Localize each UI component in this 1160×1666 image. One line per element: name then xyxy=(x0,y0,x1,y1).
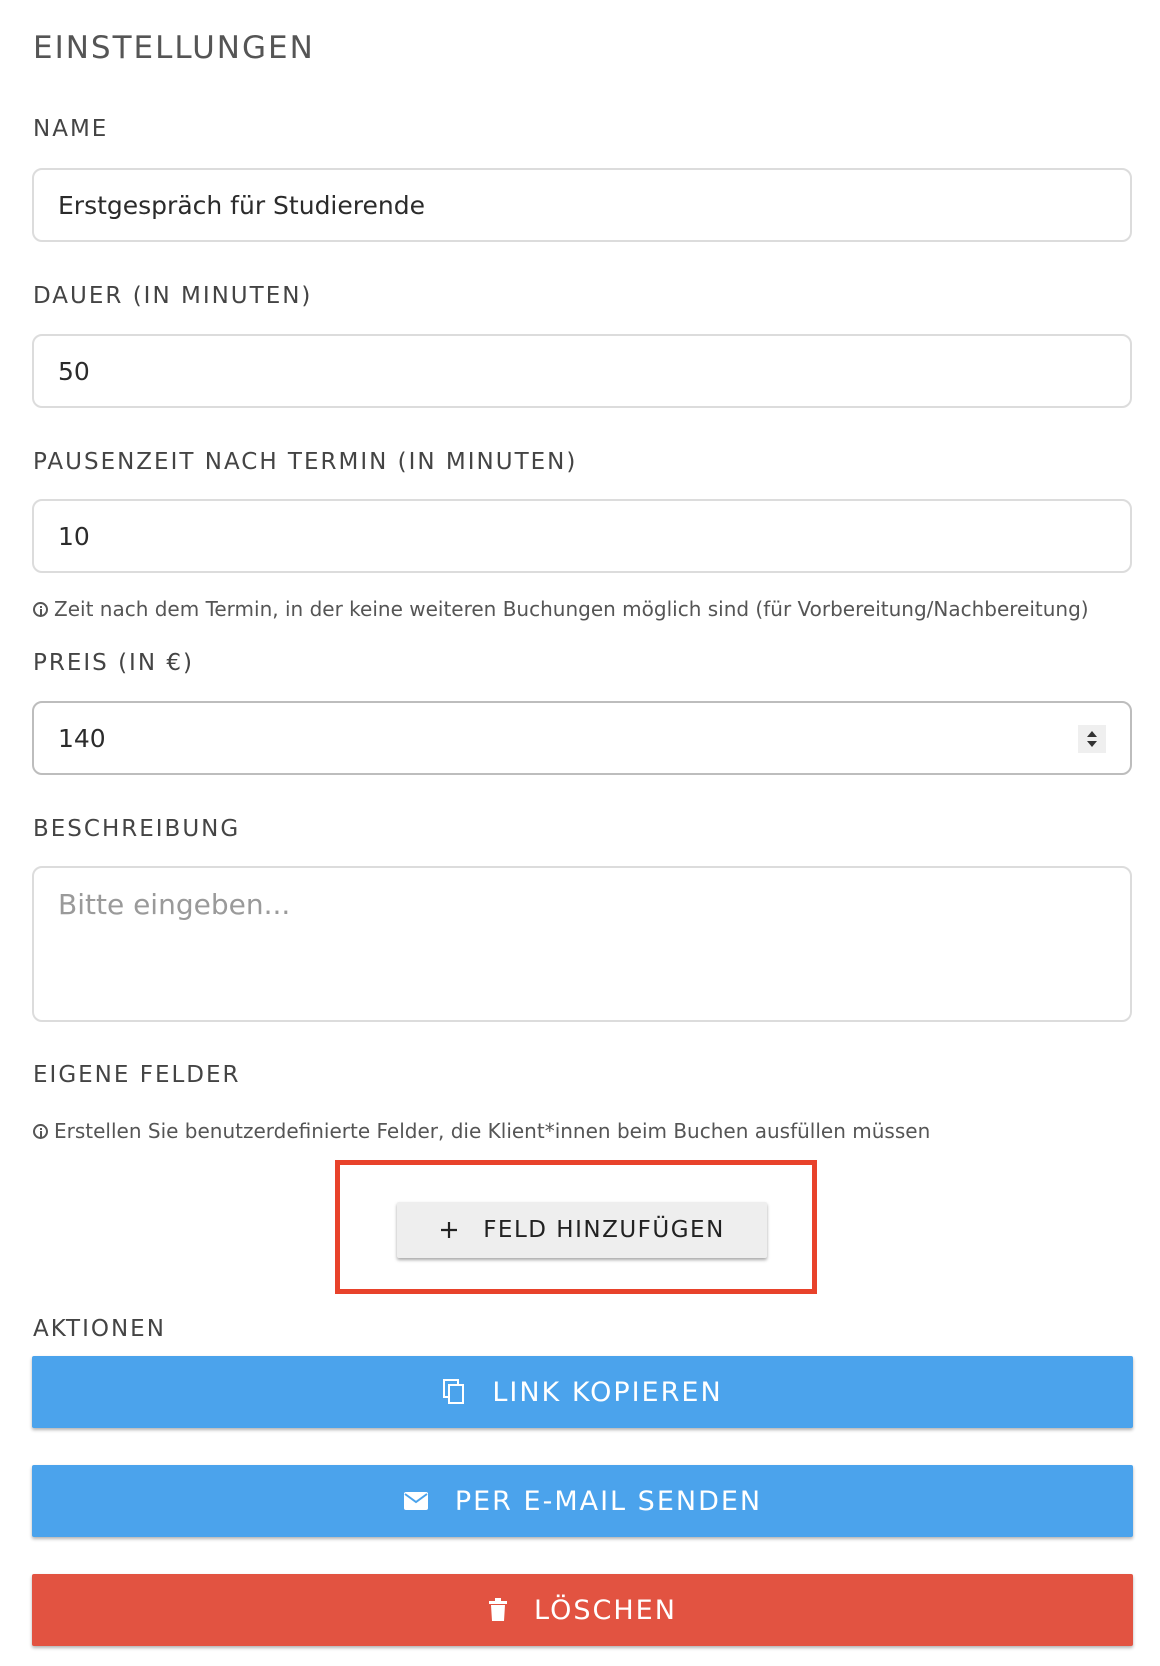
copy-link-button[interactable]: LINK KOPIEREN xyxy=(32,1356,1133,1428)
break-label: PAUSENZEIT NACH TERMIN (IN MINUTEN) xyxy=(33,449,578,475)
price-input[interactable]: 140 xyxy=(32,701,1132,775)
add-field-button[interactable]: FELD HINZUFÜGEN xyxy=(397,1202,767,1258)
delete-button[interactable]: LÖSCHEN xyxy=(32,1574,1133,1646)
duration-input[interactable]: 50 xyxy=(32,334,1132,408)
copy-link-label: LINK KOPIEREN xyxy=(492,1376,723,1408)
plus-icon xyxy=(439,1220,459,1240)
duration-label: DAUER (IN MINUTEN) xyxy=(33,283,313,309)
info-circle-icon xyxy=(33,601,48,617)
send-email-button[interactable]: PER E-MAIL SENDEN xyxy=(32,1465,1133,1537)
break-value: 10 xyxy=(58,521,90,551)
name-value: Erstgespräch für Studierende xyxy=(58,190,425,220)
add-field-button-label: FELD HINZUFÜGEN xyxy=(483,1217,725,1243)
custom-fields-hint-text: Erstellen Sie benutzerdefinierte Felder,… xyxy=(54,1119,931,1143)
number-stepper-icon[interactable] xyxy=(1078,725,1106,753)
description-textarea[interactable]: Bitte eingeben... xyxy=(32,866,1132,1022)
price-label: PREIS (IN €) xyxy=(33,650,194,676)
description-placeholder: Bitte eingeben... xyxy=(58,888,291,921)
actions-label: AKTIONEN xyxy=(33,1316,166,1342)
page-title: EINSTELLUNGEN xyxy=(33,30,315,66)
custom-fields-hint: Erstellen Sie benutzerdefinierte Felder,… xyxy=(33,1119,930,1143)
break-hint-text: Zeit nach dem Termin, in der keine weite… xyxy=(54,597,1089,621)
custom-fields-label: EIGENE FELDER xyxy=(33,1062,241,1088)
name-input[interactable]: Erstgespräch für Studierende xyxy=(32,168,1132,242)
envelope-icon xyxy=(403,1491,429,1511)
break-hint: Zeit nach dem Termin, in der keine weite… xyxy=(33,597,1089,621)
info-circle-icon xyxy=(33,1123,48,1139)
send-email-label: PER E-MAIL SENDEN xyxy=(454,1485,763,1517)
break-input[interactable]: 10 xyxy=(32,499,1132,573)
trash-icon xyxy=(488,1598,508,1622)
settings-page: EINSTELLUNGEN NAME Erstgespräch für Stud… xyxy=(0,0,1160,1666)
delete-label: LÖSCHEN xyxy=(534,1594,677,1626)
description-label: BESCHREIBUNG xyxy=(33,816,241,842)
price-value: 140 xyxy=(58,723,106,753)
copy-icon xyxy=(442,1379,466,1405)
name-label: NAME xyxy=(33,116,109,142)
duration-value: 50 xyxy=(58,356,90,386)
